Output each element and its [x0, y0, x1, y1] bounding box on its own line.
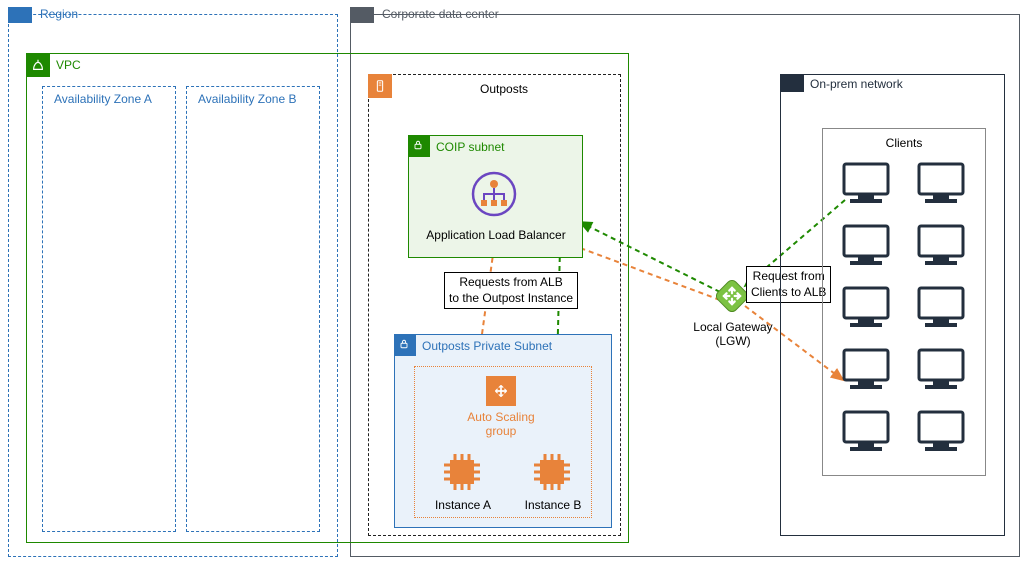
annotation-alb-to-instance: Requests from ALBto the Outpost Instance — [444, 272, 578, 309]
az-a-label: Availability Zone A — [54, 92, 152, 106]
asg-label: Auto Scaling group — [456, 410, 546, 438]
az-a-container — [42, 86, 176, 532]
vpc-icon — [31, 58, 45, 72]
onprem-tag — [780, 74, 804, 92]
region-tag — [8, 7, 32, 23]
private-subnet-tag — [394, 334, 416, 356]
instance-a-icon — [442, 452, 482, 492]
annotation-alb-text: Requests from ALBto the Outpost Instance — [449, 275, 573, 305]
coip-subnet-tag — [408, 135, 430, 157]
corp-dc-label: Corporate data center — [382, 7, 499, 21]
lock-icon — [412, 139, 426, 153]
vpc-label: VPC — [56, 58, 81, 72]
clients-label: Clients — [822, 136, 986, 150]
asg-icon — [486, 376, 516, 406]
clients-grid — [830, 160, 980, 470]
az-b-label: Availability Zone B — [198, 92, 297, 106]
az-b-container — [186, 86, 320, 532]
alb-icon — [470, 170, 518, 218]
onprem-label: On-prem network — [810, 77, 903, 91]
outposts-label: Outposts — [480, 82, 528, 96]
corp-dc-tag — [350, 7, 374, 23]
alb-label: Application Load Balancer — [416, 228, 576, 242]
instance-b-label: Instance B — [518, 498, 588, 512]
lgw-icon — [714, 278, 750, 314]
outposts-tag — [368, 74, 392, 98]
diagram-canvas: Region Corporate data center VPC Availab… — [0, 0, 1028, 571]
region-label: Region — [40, 7, 78, 21]
server-rack-icon — [373, 79, 387, 93]
vpc-tag — [26, 53, 50, 77]
private-subnet-label: Outposts Private Subnet — [422, 339, 552, 353]
instance-b-icon — [532, 452, 572, 492]
lock-icon — [398, 338, 412, 352]
instance-a-label: Instance A — [428, 498, 498, 512]
lgw-label: Local Gateway (LGW) — [684, 320, 782, 348]
coip-subnet-label: COIP subnet — [436, 140, 504, 154]
